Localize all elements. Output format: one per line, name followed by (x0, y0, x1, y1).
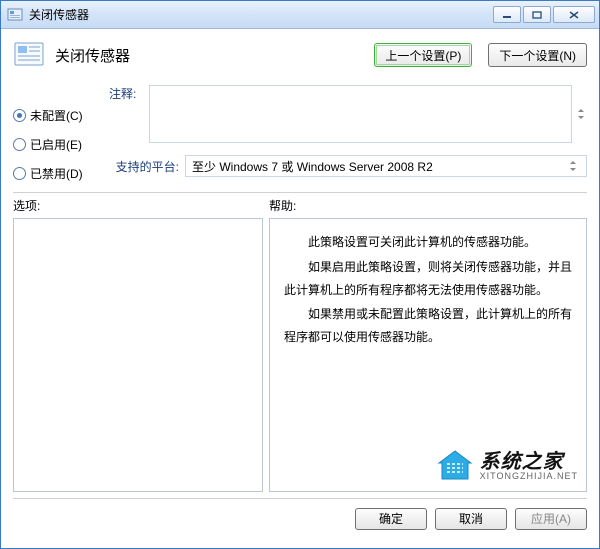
supported-on-field: 至少 Windows 7 或 Windows Server 2008 R2 (185, 155, 587, 177)
radio-disabled[interactable]: 已禁用(D) (13, 165, 103, 182)
ok-button[interactable]: 确定 (355, 508, 427, 530)
watermark-url: XITONGZHIJIA.NET (480, 472, 578, 481)
maximize-button[interactable] (523, 6, 551, 23)
radio-dot-icon (13, 138, 26, 151)
comment-textarea[interactable] (149, 85, 573, 143)
radio-dot-icon (13, 167, 26, 180)
help-label: 帮助: (269, 197, 296, 214)
radio-not-configured[interactable]: 未配置(C) (13, 107, 103, 124)
radio-column: 未配置(C) 已启用(E) 已禁用(D) (13, 85, 103, 182)
policy-title: 关闭传感器 (55, 45, 364, 66)
titlebar: 关闭传感器 (1, 1, 599, 29)
client-area: 关闭传感器 上一个设置(P) 下一个设置(N) 未配置(C) 已启用(E) (1, 29, 599, 548)
watermark-text: 系统之家 (480, 452, 578, 472)
lower-panels: 此策略设置可关闭此计算机的传感器功能。 如果启用此策略设置，则将关闭传感器功能，… (13, 218, 587, 492)
radio-enabled[interactable]: 已启用(E) (13, 136, 103, 153)
config-area: 未配置(C) 已启用(E) 已禁用(D) 注释: (13, 85, 587, 182)
supported-label: 支持的平台: (109, 158, 179, 175)
help-panel[interactable]: 此策略设置可关闭此计算机的传感器功能。 如果启用此策略设置，则将关闭传感器功能，… (269, 218, 587, 492)
app-icon (7, 7, 23, 23)
help-paragraph: 此策略设置可关闭此计算机的传感器功能。 (284, 231, 572, 254)
minimize-button[interactable] (493, 6, 521, 23)
supported-scroll[interactable] (570, 161, 580, 171)
close-button[interactable] (553, 6, 595, 23)
options-panel[interactable] (13, 218, 263, 492)
comment-label: 注释: (109, 85, 143, 143)
cancel-button[interactable]: 取消 (435, 508, 507, 530)
apply-button[interactable]: 应用(A) (515, 508, 587, 530)
options-label: 选项: (13, 197, 269, 214)
policy-icon (13, 39, 45, 71)
next-setting-button[interactable]: 下一个设置(N) (488, 43, 587, 67)
watermark: 系统之家 XITONGZHIJIA.NET (436, 449, 578, 483)
radio-label: 已启用(E) (30, 136, 82, 153)
supported-on-text: 至少 Windows 7 或 Windows Server 2008 R2 (192, 158, 433, 175)
house-icon (436, 449, 474, 483)
lower-headers: 选项: 帮助: (13, 197, 587, 214)
help-paragraph: 如果启用此策略设置，则将关闭传感器功能，并且此计算机上的所有程序都将无法使用传感… (284, 256, 572, 302)
button-bar: 确定 取消 应用(A) (13, 498, 587, 538)
comment-scroll[interactable] (578, 109, 587, 119)
radio-dot-icon (13, 109, 26, 122)
help-paragraph: 如果禁用或未配置此策略设置，此计算机上的所有程序都可以使用传感器功能。 (284, 303, 572, 349)
radio-label: 已禁用(D) (30, 165, 83, 182)
dialog-window: 关闭传感器 关闭传感器 上一个设置(P) 下一个设置(N) 未配置(C) (0, 0, 600, 549)
titlebar-title: 关闭传感器 (29, 6, 491, 23)
header-row: 关闭传感器 上一个设置(P) 下一个设置(N) (13, 39, 587, 71)
previous-setting-button[interactable]: 上一个设置(P) (374, 43, 472, 67)
radio-label: 未配置(C) (30, 107, 83, 124)
separator (13, 192, 587, 193)
